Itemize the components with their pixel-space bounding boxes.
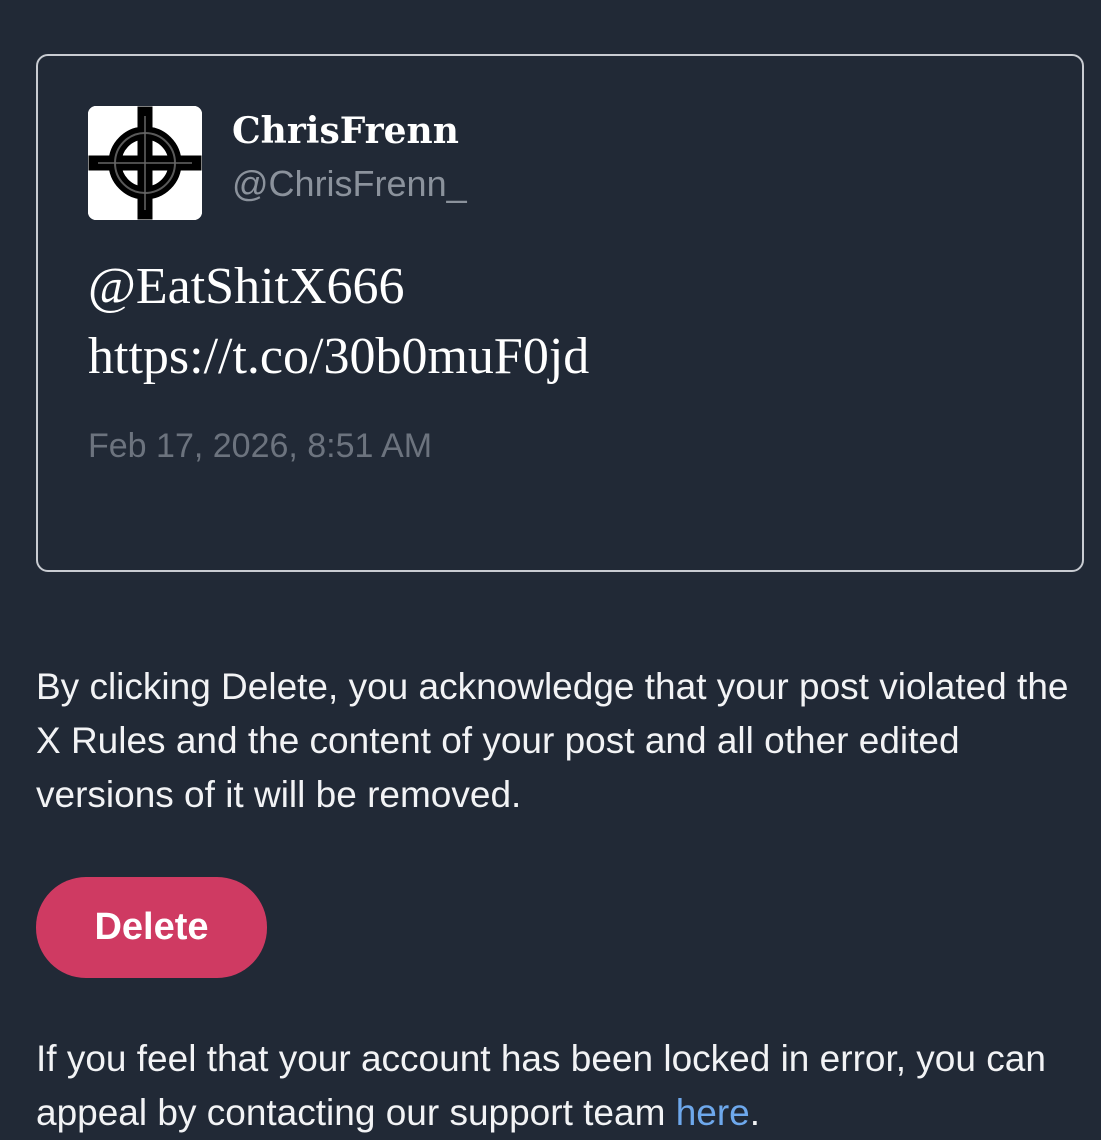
- user-handle[interactable]: @ChrisFrenn_: [232, 162, 467, 206]
- appeal-link[interactable]: here: [676, 1092, 750, 1133]
- post-card: ChrisFrenn @ChrisFrenn_ @EatShitX666 htt…: [36, 54, 1084, 572]
- delete-button[interactable]: Delete: [36, 877, 267, 978]
- appeal-text: If you feel that your account has been l…: [36, 1038, 1046, 1133]
- post-text: @EatShitX666 https://t.co/30b0muF0jd: [88, 252, 589, 392]
- avatar[interactable]: [88, 106, 202, 220]
- delete-notice: By clicking Delete, you acknowledge that…: [36, 666, 1069, 815]
- celtic-cross-icon: [88, 106, 202, 220]
- post-timestamp: Feb 17, 2026, 8:51 AM: [88, 427, 433, 465]
- post-text-link[interactable]: https://t.co/30b0muF0jd: [88, 322, 589, 392]
- appeal-message: If you feel that your account has been l…: [36, 1032, 1096, 1140]
- appeal-text-end: .: [749, 1092, 761, 1133]
- post-text-mention[interactable]: @EatShitX666: [88, 252, 589, 322]
- display-name[interactable]: ChrisFrenn: [232, 108, 459, 154]
